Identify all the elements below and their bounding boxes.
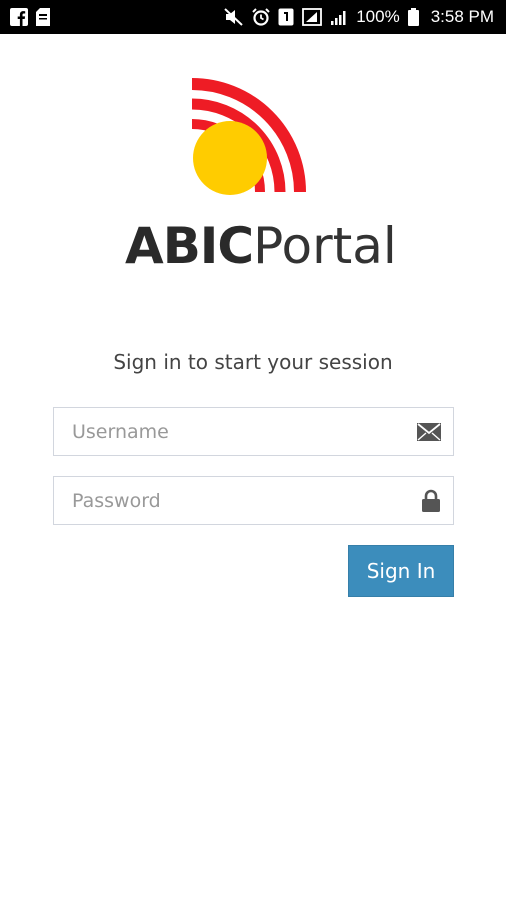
brand-light-text: Portal: [253, 217, 397, 275]
signal-icon: [330, 8, 348, 26]
username-field: [53, 407, 454, 456]
password-input[interactable]: [54, 477, 453, 524]
brand-wordmark: ABICPortal: [125, 216, 397, 276]
status-left: [10, 8, 50, 26]
wifi-calling-icon: [302, 8, 323, 26]
alarm-icon: [252, 8, 270, 26]
status-time: 3:58 PM: [430, 7, 494, 26]
battery-icon: [407, 8, 419, 26]
sign-in-button[interactable]: Sign In: [348, 545, 454, 597]
abic-logo: ABICPortal: [125, 66, 397, 276]
battery-percent: 100%: [356, 7, 400, 26]
password-field: [53, 476, 454, 525]
login-message: Sign in to start your session: [113, 350, 393, 374]
status-bar: 100% 3:58 PM: [0, 0, 506, 34]
status-right: 100% 3:58 PM: [224, 7, 494, 27]
lock-icon: [421, 489, 441, 513]
mute-icon: [224, 8, 244, 26]
brand-bold-text: ABIC: [125, 217, 254, 275]
sim-icon: [278, 8, 294, 26]
envelope-icon: [417, 422, 441, 441]
login-screen: 100% 3:58 PM ABICPortal Sign in to start…: [0, 0, 506, 900]
username-input[interactable]: [54, 408, 453, 455]
logo-sun-arcs-icon: [191, 78, 306, 195]
facebook-icon: [10, 8, 28, 26]
sd-card-icon: [36, 8, 50, 26]
